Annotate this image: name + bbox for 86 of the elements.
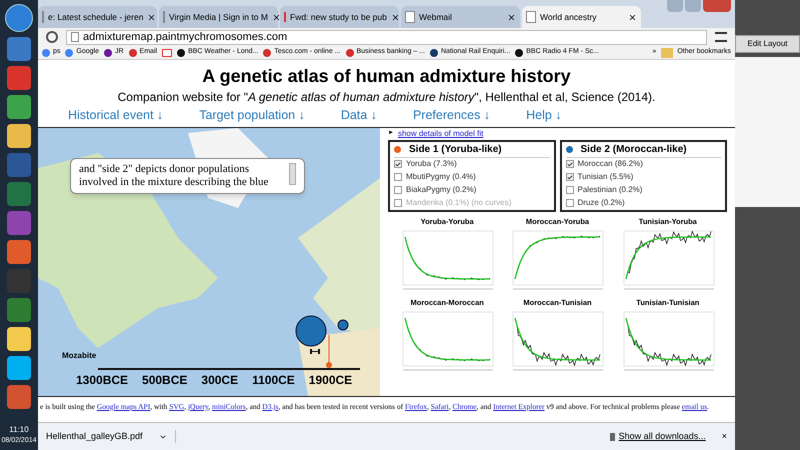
close-downloads-button[interactable]: ×	[722, 430, 727, 444]
browser-tab[interactable]: World ancestry	[522, 6, 641, 28]
bookmark-icon	[346, 48, 354, 56]
timeline-label: 1100CE	[252, 372, 295, 389]
close-icon[interactable]	[507, 12, 516, 22]
timeline-label: 500BCE	[142, 372, 188, 389]
map-view[interactable]: and "side 2" depicts donor populations involved in the mixture describing the blue Mozabite 1300BCE 500BCE 300CE 1100CE 1900CE	[38, 128, 380, 396]
population-checkbox[interactable]: Druze (0.2%)	[566, 196, 721, 210]
checkbox[interactable]	[566, 199, 574, 208]
population-checkbox[interactable]: Palestinian (0.2%)	[566, 184, 721, 197]
tooltip-text: and "side 2" depicts donor populations involved in the mixture describing the blue	[79, 162, 270, 189]
close-icon[interactable]	[272, 12, 281, 22]
side-title: Side 1 (Yoruba-like)	[409, 142, 502, 157]
nav-link[interactable]: Help ↓	[526, 106, 562, 125]
bookmark-icon	[65, 48, 74, 56]
browser-tab[interactable]: Fwd: new study to be pub	[280, 6, 399, 28]
start-orb-icon[interactable]	[5, 4, 33, 32]
population-checkbox[interactable]: Tunisian (5.5%)	[566, 170, 721, 184]
population-checkbox[interactable]: MbutiPygmy (0.4%)	[394, 170, 550, 184]
population-checkbox[interactable]: BiakaPygmy (0.2%)	[394, 184, 550, 197]
bookmark-icon	[515, 48, 524, 56]
taskbar-app-icon[interactable]	[7, 124, 31, 148]
checkbox[interactable]	[394, 186, 402, 194]
timeline-label: 300CE	[201, 372, 238, 389]
nav-link[interactable]: Historical event ↓	[68, 106, 164, 125]
taskbar-app-icon[interactable]	[7, 66, 31, 90]
menu-icon[interactable]	[715, 32, 727, 42]
timeline-label: 1900CE	[308, 372, 352, 389]
population-label: Druze (0.2%)	[578, 197, 625, 210]
close-icon[interactable]	[147, 12, 156, 22]
tab-title: Webmail	[419, 10, 453, 24]
checkbox[interactable]	[394, 160, 402, 168]
checkbox[interactable]	[566, 186, 574, 194]
bookmark-icon	[263, 48, 272, 56]
browser-tab[interactable]: e: Latest schedule - jeren	[38, 6, 157, 28]
taskbar-app-icon[interactable]	[7, 298, 31, 322]
show-all-downloads-link[interactable]: Show all downloads...	[618, 430, 706, 444]
taskbar-app-icon[interactable]	[7, 95, 31, 119]
page-subtitle: Companion website for "A genetic atlas of human admixture history", Hellenthal et al, Science (2014).	[118, 89, 656, 106]
target-label: Mozabite	[62, 350, 96, 362]
bookmark-icon	[128, 48, 137, 56]
close-icon[interactable]	[390, 12, 400, 22]
nav-link[interactable]: Preferences ↓	[412, 106, 490, 125]
checkbox[interactable]	[394, 173, 402, 182]
population-checkbox[interactable]: Yoruba (7.3%)	[394, 158, 550, 171]
scrollbar[interactable]	[289, 162, 296, 185]
population-label: Yoruba (7.3%)	[406, 158, 457, 170]
folder-icon	[661, 48, 674, 58]
bookmark-icon	[177, 48, 186, 56]
taskbar-app-icon[interactable]	[7, 327, 31, 351]
close-icon[interactable]	[628, 12, 637, 22]
side-title: Side 2 (Moroccan-like)	[580, 142, 687, 157]
reload-icon[interactable]	[46, 31, 58, 43]
nav-link[interactable]: Target population ↓	[199, 106, 305, 125]
browser-tab[interactable]: Webmail	[401, 6, 520, 28]
download-item[interactable]: Hellenthal_galleyGB.pdf	[46, 430, 176, 444]
tab-title: Virgin Media | Sign in to M	[169, 10, 268, 24]
bookmark-icon	[104, 48, 112, 56]
page-title: A genetic atlas of human admixture history	[202, 65, 571, 88]
edit-layout-button[interactable]: Edit Layout	[735, 35, 800, 53]
checkbox[interactable]	[566, 173, 574, 182]
population-checkbox[interactable]: Moroccan (86.2%)	[566, 158, 721, 171]
taskbar-app-icon[interactable]	[7, 356, 31, 380]
nav-link[interactable]: Data ↓	[340, 106, 377, 125]
download-icon	[610, 432, 615, 440]
timeline-label: 1300BCE	[76, 372, 128, 389]
date-range-icon	[310, 348, 320, 354]
taskbar-app-icon[interactable]	[7, 240, 31, 264]
taskbar-app-icon[interactable]	[7, 37, 31, 61]
population-label: Mandenka (0.1%) (no curves)	[406, 197, 512, 210]
population-label: Moroccan (86.2%)	[578, 158, 643, 170]
address-bar[interactable]: admixturemap.paintmychromosomes.com	[66, 30, 707, 44]
taskbar-app-icon[interactable]	[7, 385, 31, 409]
browser-tab[interactable]: Virgin Media | Sign in to M	[159, 6, 278, 28]
tab-title: Fwd: new study to be pub	[290, 10, 387, 24]
tab-title: e: Latest schedule - jeren	[48, 10, 144, 24]
population-label: BiakaPygmy (0.2%)	[406, 184, 476, 196]
checkbox[interactable]	[566, 160, 574, 168]
details-link[interactable]: show details of model fit	[398, 128, 484, 140]
population-label: MbutiPygmy (0.4%)	[406, 171, 476, 184]
population-label: Palestinian (0.2%)	[578, 184, 642, 196]
population-label: Tunisian (5.5%)	[578, 171, 634, 184]
bookmark-icon	[42, 48, 50, 56]
clock-time: 11:10	[9, 424, 29, 436]
bookmark-icon	[430, 48, 438, 56]
tab-title: World ancestry	[540, 10, 598, 24]
